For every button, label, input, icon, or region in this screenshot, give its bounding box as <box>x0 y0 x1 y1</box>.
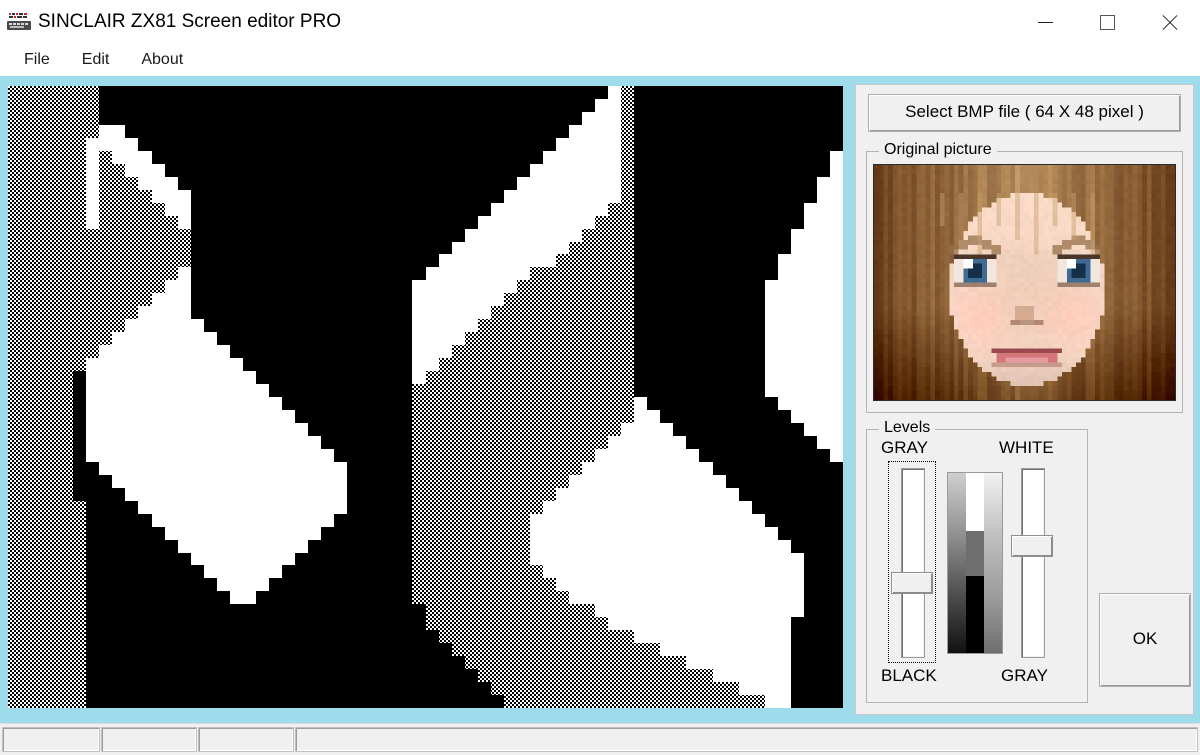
gradient-quantized-bands <box>966 473 984 653</box>
original-picture-label: Original picture <box>879 141 997 159</box>
menu-bar: File Edit About <box>0 44 1200 76</box>
levels-group: Levels GRAY WHITE BLACK GRAY <box>866 419 1088 703</box>
status-cell <box>2 727 100 752</box>
minimize-button[interactable] <box>1014 0 1076 44</box>
close-button[interactable] <box>1138 0 1200 44</box>
band-black <box>966 575 984 653</box>
gray-slider-bottom-label: BLACK <box>881 666 937 685</box>
original-picture-group: Original picture <box>866 141 1183 413</box>
status-bar <box>0 723 1200 755</box>
zx81-screen-canvas[interactable] <box>8 86 843 708</box>
menu-item-edit[interactable]: Edit <box>68 47 124 73</box>
gray-slider-thumb[interactable] <box>891 572 933 595</box>
gray-slider-top-label: GRAY <box>881 438 928 457</box>
zx81-screen-bitmap[interactable] <box>8 86 843 708</box>
menu-item-file[interactable]: File <box>10 47 64 73</box>
gradient-right-ramp <box>984 473 1002 653</box>
maximize-button[interactable] <box>1076 0 1138 44</box>
white-slider-thumb[interactable] <box>1011 535 1053 558</box>
white-slider-bottom-label: GRAY <box>1001 666 1048 685</box>
levels-label: Levels <box>879 419 936 437</box>
window-controls <box>1014 0 1200 44</box>
original-picture-preview <box>873 164 1176 401</box>
status-cell <box>198 727 294 752</box>
client-area: Select BMP file ( 64 X 48 pixel ) Origin… <box>0 76 1200 723</box>
menu-item-about[interactable]: About <box>127 47 197 73</box>
band-white <box>966 473 984 531</box>
minimize-icon <box>1037 21 1053 23</box>
app-window: SINCLAIR ZX81 Screen editor PRO File Edi… <box>0 0 1200 755</box>
window-title: SINCLAIR ZX81 Screen editor PRO <box>38 11 342 32</box>
gray-level-slider[interactable] <box>888 461 936 663</box>
white-slider-track[interactable] <box>1021 468 1045 658</box>
gradient-left-ramp <box>948 473 966 653</box>
select-bmp-file-button[interactable]: Select BMP file ( 64 X 48 pixel ) <box>868 94 1181 132</box>
gray-slider-track[interactable] <box>901 468 925 658</box>
status-cell <box>101 727 197 752</box>
white-level-slider[interactable] <box>1009 462 1055 662</box>
ok-button[interactable]: OK <box>1099 593 1191 687</box>
controls-panel: Select BMP file ( 64 X 48 pixel ) Origin… <box>855 84 1194 715</box>
title-bar: SINCLAIR ZX81 Screen editor PRO <box>0 0 1200 44</box>
maximize-icon <box>1099 14 1115 30</box>
levels-gradient-preview <box>947 472 1003 654</box>
status-cell <box>295 727 1198 752</box>
close-icon <box>1161 14 1178 31</box>
white-slider-top-label: WHITE <box>999 438 1054 457</box>
zx81-app-icon <box>6 9 32 33</box>
original-picture-image <box>874 165 1175 400</box>
band-gray <box>966 530 984 576</box>
